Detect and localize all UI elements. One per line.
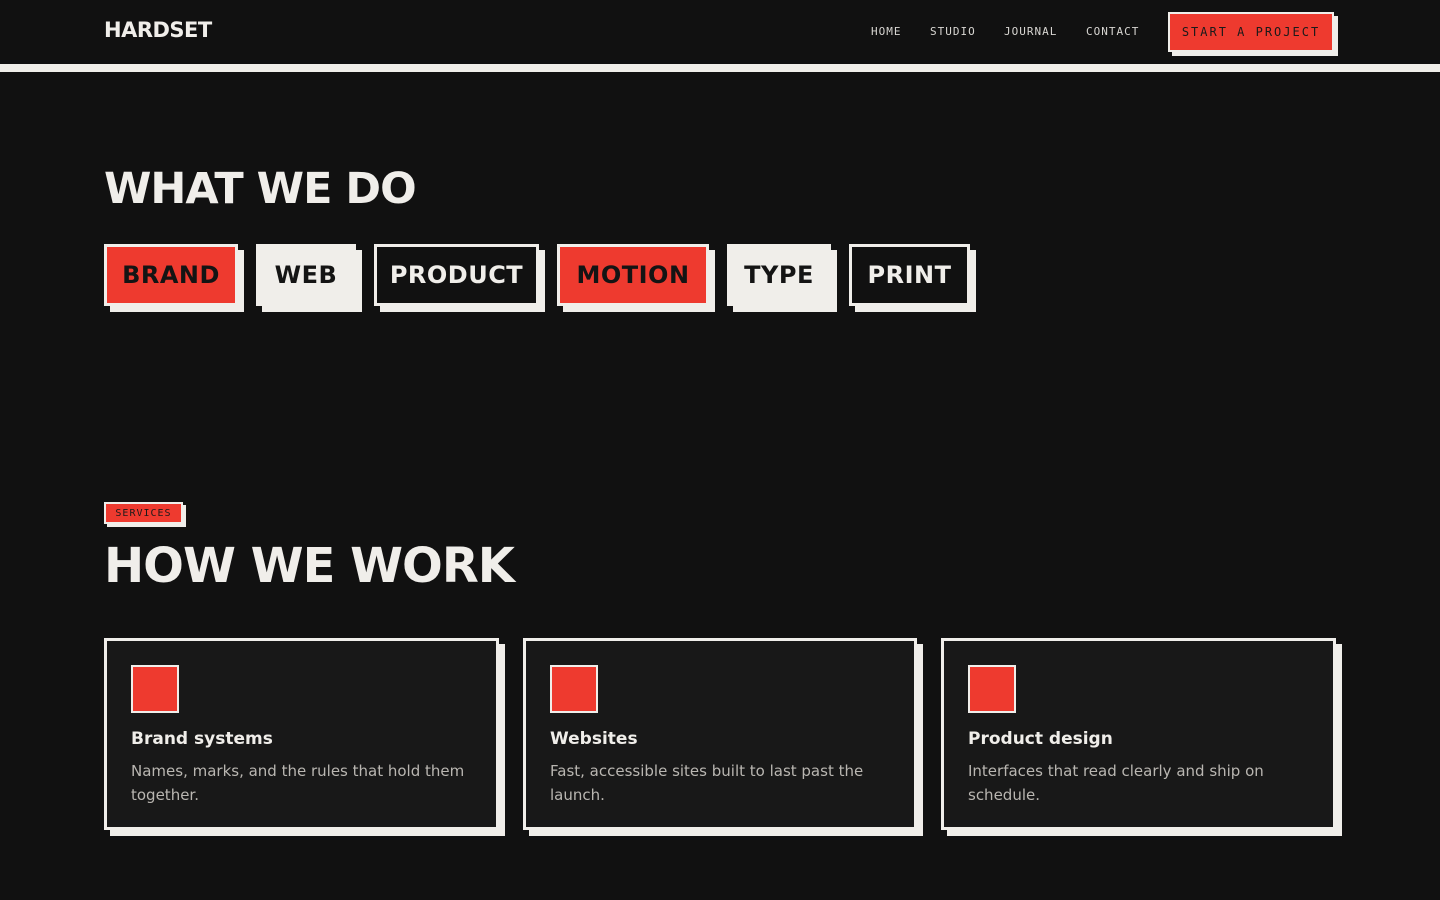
logo[interactable]: HARDSET bbox=[104, 18, 212, 42]
services-badge: SERVICES bbox=[104, 502, 186, 527]
square-icon bbox=[550, 665, 598, 713]
tag-label: WEB bbox=[256, 244, 356, 306]
card-description: Interfaces that read clearly and ship on… bbox=[968, 762, 1264, 804]
tag-motion[interactable]: MOTION bbox=[557, 244, 715, 312]
card-title: Websites bbox=[550, 729, 638, 749]
nav-contact[interactable]: CONTACT bbox=[1086, 25, 1139, 38]
nav-studio[interactable]: STUDIO bbox=[930, 25, 976, 38]
square-icon bbox=[131, 665, 179, 713]
tag-product[interactable]: PRODUCT bbox=[374, 244, 545, 312]
tag-print[interactable]: PRINT bbox=[849, 244, 976, 312]
tag-label: PRODUCT bbox=[374, 244, 539, 306]
nav-journal[interactable]: JOURNAL bbox=[1004, 25, 1057, 38]
tag-label: MOTION bbox=[557, 244, 709, 306]
header-divider bbox=[0, 64, 1440, 72]
card-body: Product design Interfaces that read clea… bbox=[941, 638, 1336, 830]
tag-label: TYPE bbox=[727, 244, 831, 306]
card-description: Fast, accessible sites built to last pas… bbox=[550, 762, 864, 804]
service-card-product[interactable]: Product design Interfaces that read clea… bbox=[941, 638, 1342, 836]
tag-type[interactable]: TYPE bbox=[727, 244, 837, 312]
card-title: Product design bbox=[968, 729, 1113, 749]
tag-label: PRINT bbox=[849, 244, 970, 306]
how-we-work-title: HOW WE WORK bbox=[104, 538, 515, 594]
tag-label: BRAND bbox=[104, 244, 238, 306]
start-project-button[interactable]: START A PROJECT bbox=[1168, 12, 1338, 56]
services-badge-label: SERVICES bbox=[104, 502, 183, 524]
card-body: Brand systems Names, marks, and the rule… bbox=[104, 638, 499, 830]
site-header: HARDSET HOME STUDIO JOURNAL CONTACT STAR… bbox=[0, 0, 1440, 64]
service-card-websites[interactable]: Websites Fast, accessible sites built to… bbox=[523, 638, 923, 836]
start-project-label: START A PROJECT bbox=[1168, 12, 1334, 52]
card-title: Brand systems bbox=[131, 729, 273, 749]
tag-web[interactable]: WEB bbox=[256, 244, 362, 312]
what-we-do-title: WHAT WE DO bbox=[104, 164, 417, 214]
service-card-brand[interactable]: Brand systems Names, marks, and the rule… bbox=[104, 638, 505, 836]
card-body: Websites Fast, accessible sites built to… bbox=[523, 638, 917, 830]
tag-brand[interactable]: BRAND bbox=[104, 244, 244, 312]
card-description: Names, marks, and the rules that hold th… bbox=[131, 762, 465, 804]
square-icon bbox=[968, 665, 1016, 713]
nav-home[interactable]: HOME bbox=[871, 25, 902, 38]
